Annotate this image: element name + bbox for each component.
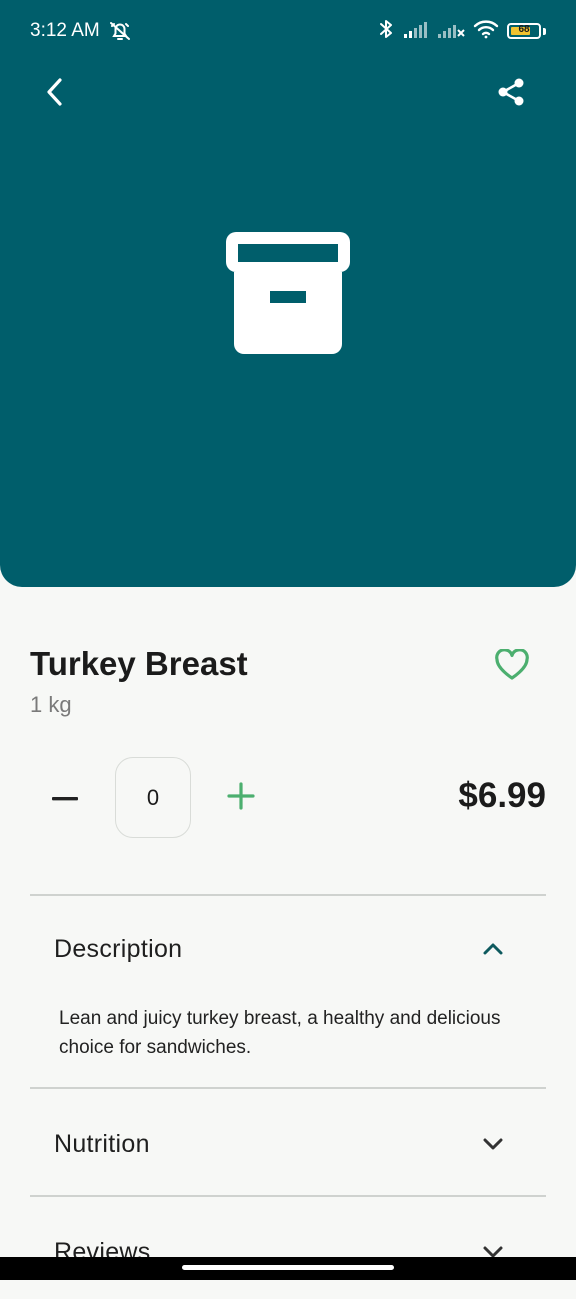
- status-bar: 3:12 AM 68: [0, 0, 576, 62]
- battery-icon: 68: [507, 23, 541, 39]
- divider: [30, 894, 546, 896]
- share-button[interactable]: [491, 74, 531, 114]
- battery-level: 68: [518, 24, 530, 35]
- description-section-header[interactable]: Description: [30, 900, 546, 996]
- description-text: Lean and juicy turkey breast, a healthy …: [59, 1008, 501, 1058]
- divider: [30, 1195, 546, 1197]
- share-icon: [496, 77, 526, 112]
- bluetooth-icon: [377, 18, 395, 45]
- archive-box-icon: [224, 230, 352, 358]
- wifi-icon: [473, 19, 499, 44]
- decrease-quantity-button[interactable]: [44, 777, 86, 819]
- alarm-off-icon: [108, 19, 132, 48]
- reviews-section-header[interactable]: Reviews: [30, 1203, 546, 1299]
- divider: [30, 1087, 546, 1089]
- home-indicator[interactable]: [182, 1265, 394, 1270]
- back-button[interactable]: [36, 74, 76, 114]
- chevron-left-icon: [43, 77, 69, 112]
- signal-icon: [403, 20, 429, 43]
- product-name: Turkey Breast: [30, 645, 248, 682]
- increase-quantity-button[interactable]: [220, 777, 262, 819]
- status-time: 3:12 AM: [30, 20, 100, 41]
- minus-icon: [51, 789, 79, 807]
- battery-tip: [543, 27, 546, 35]
- nutrition-section-header[interactable]: Nutrition: [30, 1095, 546, 1191]
- description-title: Description: [54, 935, 183, 963]
- chevron-up-icon: [480, 936, 506, 962]
- heart-outline-icon: [494, 647, 530, 686]
- quantity-value[interactable]: 0: [115, 757, 191, 838]
- product-weight: 1 kg: [30, 692, 72, 717]
- plus-icon: [227, 781, 255, 815]
- nutrition-title: Nutrition: [54, 1130, 150, 1158]
- product-hero: 3:12 AM 68: [0, 0, 576, 587]
- chevron-down-icon: [480, 1131, 506, 1157]
- favorite-button[interactable]: [490, 645, 534, 689]
- signal-off-icon: [437, 20, 465, 43]
- product-price: $6.99: [458, 776, 546, 815]
- status-icons: 68: [377, 19, 546, 43]
